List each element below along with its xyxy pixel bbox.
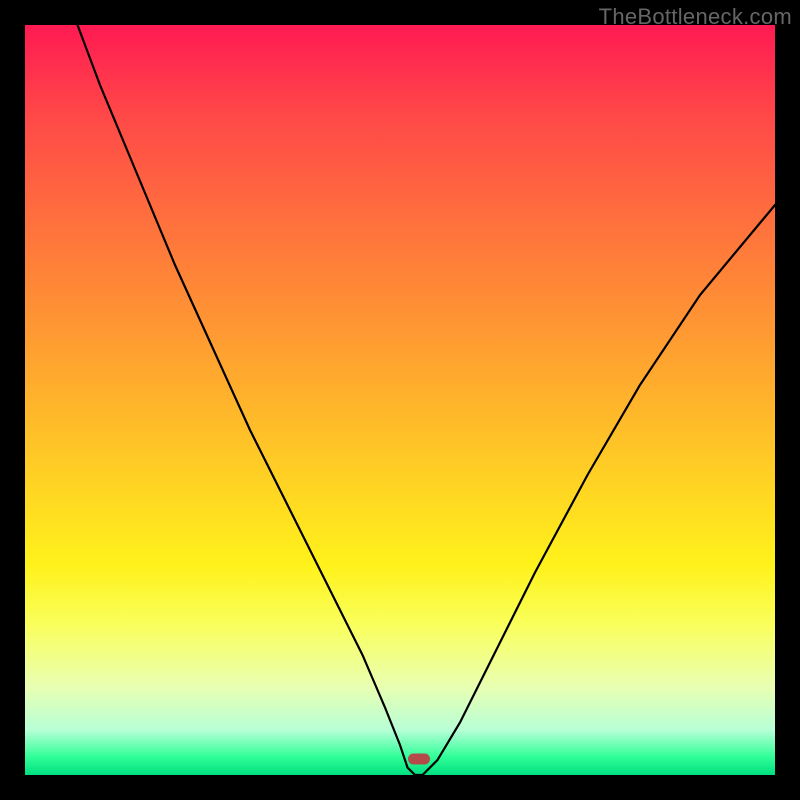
chart-plot-area (25, 25, 775, 775)
bottleneck-curve (25, 25, 775, 775)
watermark-text: TheBottleneck.com (599, 4, 792, 30)
optimal-point-marker (408, 753, 430, 764)
